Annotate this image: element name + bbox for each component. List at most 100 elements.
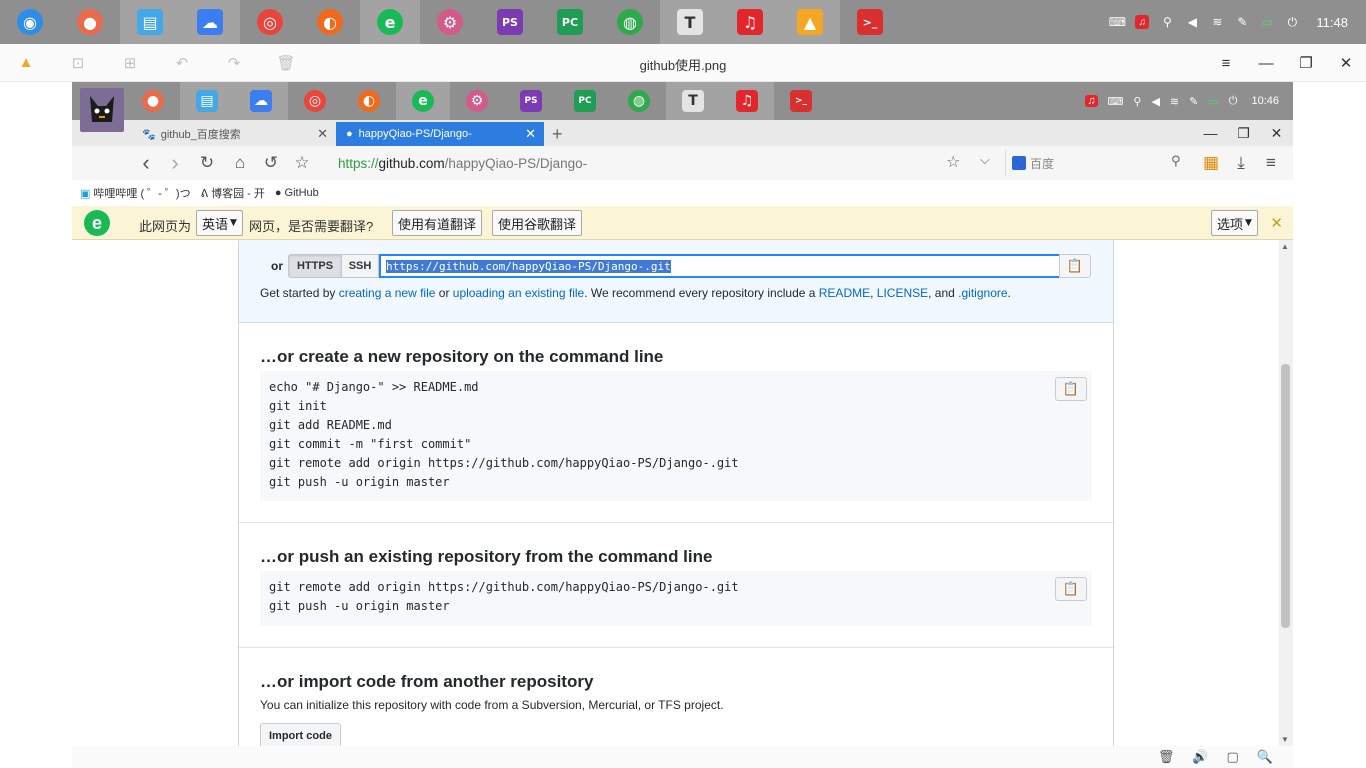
viewer-close-button[interactable]: ✕ (1326, 44, 1366, 82)
apps-grid-icon[interactable]: ▦ (1200, 152, 1222, 174)
google-translate-button[interactable]: 使用谷歌翻译 (492, 210, 583, 236)
bookmark-github[interactable]: ● GitHub (275, 187, 319, 199)
new-tab-button[interactable]: + (552, 122, 563, 146)
phpstorm-launcher[interactable]: PS (480, 0, 540, 44)
code-block[interactable]: echo "# Django-" >> README.md git init g… (260, 371, 1092, 501)
scrollbar-thumb[interactable] (1281, 364, 1290, 628)
readme-link[interactable]: README (819, 286, 870, 300)
undo-close-icon[interactable]: ↺ (260, 152, 282, 174)
terminal-launcher[interactable]: >_ (840, 0, 900, 44)
music-tray-icon[interactable]: ♫ (1135, 15, 1150, 29)
chrome-launcher[interactable]: ◎ (240, 0, 300, 44)
scroll-up-icon[interactable]: ▲ (1281, 242, 1289, 251)
power-icon[interactable]: ⏻ (1285, 15, 1299, 29)
zoom-icon[interactable]: 🔍 (1257, 749, 1273, 765)
viewer-minimize-button[interactable]: — (1246, 44, 1286, 82)
settings-launcher[interactable]: ⚙ (450, 82, 504, 120)
reload-icon[interactable]: ↻ (196, 152, 218, 174)
file-manager-launcher[interactable]: ▤ (120, 0, 180, 44)
bookmark-cnblogs[interactable]: ᕕ 博客园 - 开 (201, 185, 265, 201)
usb-icon[interactable]: ⚲ (1160, 15, 1174, 29)
tab-baidu-search[interactable]: 🐾 github_百度搜索 ✕ (132, 122, 336, 146)
close-icon[interactable]: ✕ (1270, 214, 1283, 232)
back-icon[interactable]: ‹ (135, 150, 157, 175)
page-scrollbar[interactable]: ▲ ▼ (1279, 240, 1293, 746)
address-bar[interactable]: https://github.com/happyQiao-PS/Django- (330, 150, 998, 176)
rotate-right-icon[interactable]: ↷ (208, 44, 260, 82)
wifi-icon[interactable]: ≋ (1210, 15, 1224, 29)
netease-music-launcher[interactable]: ♫ (720, 0, 780, 44)
youdao-translate-button[interactable]: 使用有道翻译 (392, 210, 483, 236)
search-input[interactable]: 🐾 百度 (1005, 150, 1189, 176)
fit-image-icon[interactable]: ⊡ (52, 44, 104, 82)
browser-minimize-button[interactable]: — (1194, 120, 1227, 146)
browser-close-button[interactable]: ✕ (1260, 120, 1293, 146)
volume-icon[interactable]: ◀ (1185, 15, 1199, 29)
browser-e-launcher[interactable]: e (396, 82, 450, 120)
bookmark-bilibili[interactable]: ▣ 哔哩哔哩 ( ゜- ゜)つ (80, 185, 191, 201)
scroll-down-icon[interactable]: ▼ (1281, 735, 1289, 744)
baidu-netdisk-launcher[interactable]: ☁ (234, 82, 288, 120)
netease-music-launcher[interactable]: ♫ (720, 82, 774, 120)
browser-menu-icon[interactable]: ≡ (1260, 152, 1282, 174)
frame-icon[interactable]: ▢ (1227, 749, 1239, 765)
forward-icon[interactable]: › (164, 150, 186, 175)
image-viewer-launcher[interactable]: ▲ (780, 0, 840, 44)
ssh-button[interactable]: SSH (341, 254, 379, 278)
typora-launcher[interactable]: T (666, 82, 720, 120)
file-manager-launcher[interactable]: ▤ (180, 82, 234, 120)
wechat-launcher[interactable]: ◍ (600, 0, 660, 44)
battery-icon[interactable]: ▭ (1260, 15, 1274, 29)
tab-github-repo[interactable]: ● happyQiao-PS/Django- ✕ (336, 122, 544, 146)
browser-e-launcher[interactable]: e (360, 0, 420, 44)
clock[interactable]: 11:48 (1316, 15, 1348, 30)
chrome-launcher[interactable]: ◎ (288, 82, 342, 120)
bookmark-star-icon[interactable]: ☆ (291, 152, 313, 174)
download-icon[interactable]: ⤓ (1230, 152, 1252, 174)
fit-window-icon[interactable]: ⊞ (104, 44, 156, 82)
browser-restore-button[interactable]: ❐ (1227, 120, 1260, 146)
code-block[interactable]: git remote add origin https://github.com… (260, 571, 1092, 626)
favorite-star-icon[interactable]: ☆ (946, 152, 960, 172)
avatar[interactable] (80, 88, 124, 132)
typora-launcher[interactable]: T (660, 0, 720, 44)
close-tab-icon[interactable]: ✕ (317, 126, 328, 142)
browser-navbar: ‹ › ↻ ⌂ ↺ ☆ https://github.com/happyQiao… (72, 146, 1293, 180)
import-code-button[interactable]: Import code (260, 723, 341, 746)
viewer-maximize-button[interactable]: ❐ (1286, 44, 1326, 82)
https-button[interactable]: HTTPS (288, 254, 342, 278)
firefox-launcher[interactable]: ◐ (342, 82, 396, 120)
delete-icon[interactable]: 🗑 (260, 44, 312, 82)
url-dropdown-icon[interactable]: ⌵ (980, 152, 990, 168)
pen-icon[interactable]: ✎ (1235, 15, 1249, 29)
translate-options-button[interactable]: 选项 ▼ (1211, 210, 1258, 236)
pycharm-launcher[interactable]: PC (540, 0, 600, 44)
screen-recorder-launcher[interactable]: ● (60, 0, 120, 44)
gitignore-link[interactable]: .gitignore (958, 286, 1007, 300)
license-link[interactable]: LICENSE (877, 286, 928, 300)
phpstorm-launcher[interactable]: PS (504, 82, 558, 120)
wechat-launcher[interactable]: ◍ (612, 82, 666, 120)
pycharm-launcher[interactable]: PC (558, 82, 612, 120)
firefox-launcher[interactable]: ◐ (300, 0, 360, 44)
rotate-left-icon[interactable]: ↶ (156, 44, 208, 82)
create-file-link[interactable]: creating a new file (339, 286, 436, 300)
copy-commands-button[interactable]: 📋 (1055, 577, 1087, 601)
sound-icon[interactable]: 🔊 (1192, 749, 1208, 765)
home-icon[interactable]: ⌂ (229, 152, 251, 174)
copy-url-button[interactable]: 📋 (1059, 254, 1091, 278)
trash-icon[interactable]: 🗑 (1158, 749, 1175, 765)
copy-commands-button[interactable]: 📋 (1055, 377, 1087, 401)
baidu-netdisk-launcher[interactable]: ☁ (180, 0, 240, 44)
screen-recorder-launcher[interactable]: ● (126, 82, 180, 120)
search-icon[interactable]: ⚲ (1171, 153, 1181, 169)
close-tab-icon[interactable]: ✕ (525, 126, 536, 142)
settings-launcher[interactable]: ⚙ (420, 0, 480, 44)
viewer-menu-button[interactable]: ≡ (1206, 44, 1246, 82)
language-select[interactable]: 英语 ▼ (196, 210, 243, 236)
deepin-launcher-launcher[interactable]: ◉ (0, 0, 60, 44)
terminal-launcher[interactable]: >_ (774, 82, 828, 120)
clone-url-input[interactable]: https://github.com/happyQiao-PS/Django-.… (379, 254, 1061, 278)
upload-file-link[interactable]: uploading an existing file (453, 286, 584, 300)
keyboard-icon[interactable]: ⌨ (1109, 15, 1126, 29)
